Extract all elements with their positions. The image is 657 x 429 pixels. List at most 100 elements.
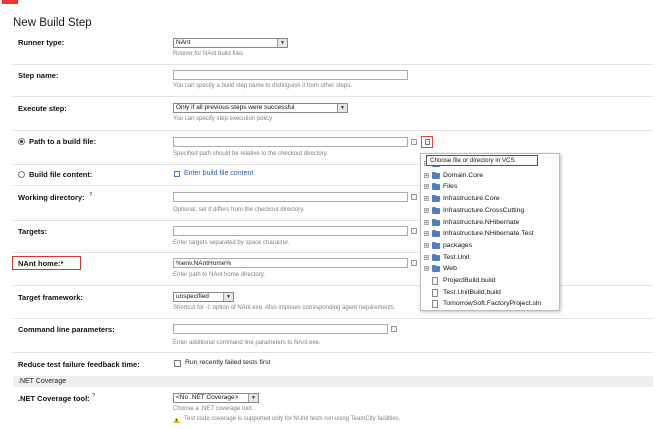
- targets-input[interactable]: [173, 226, 408, 236]
- chevron-down-icon: ▼: [277, 39, 287, 47]
- execute-step-value: Only if all previous steps were successf…: [176, 104, 295, 111]
- help-icon[interactable]: ?: [92, 393, 95, 399]
- divider: [13, 185, 419, 186]
- tree-item-label: Files: [443, 183, 458, 191]
- folder-icon: [432, 206, 440, 214]
- build-file-path-radio[interactable]: [18, 138, 25, 145]
- expand-icon[interactable]: +: [424, 254, 429, 260]
- build-file-path-note: Specified path should be relative to the…: [173, 151, 328, 157]
- expand-icon[interactable]: +: [424, 196, 429, 202]
- runner-type-label: Runner type:: [18, 38, 65, 47]
- divider: [13, 352, 653, 353]
- target-framework-note: Shortcut for -t: option of NAnt.exe. Als…: [173, 305, 396, 311]
- target-framework-select[interactable]: unspecified ▼: [173, 292, 234, 302]
- folder-icon: [432, 195, 440, 203]
- folder-icon: [432, 265, 440, 273]
- expand-icon[interactable]: +: [424, 266, 429, 272]
- folder-icon: [432, 171, 440, 179]
- divider: [13, 130, 653, 131]
- vcs-tooltip: Choose file or directory in VCS: [426, 155, 538, 166]
- tree-item-label: Domain.Core: [443, 171, 484, 179]
- expand-icon[interactable]: +: [424, 219, 429, 225]
- expand-icon[interactable]: +: [424, 172, 429, 178]
- tree-item-label: Infrastructure.CrossCutting: [443, 206, 525, 214]
- targets-note: Enter targets separated by space charact…: [173, 240, 290, 246]
- build-file-content-radio[interactable]: [18, 171, 25, 178]
- tree-item-label: Web: [443, 265, 457, 273]
- tree-item-label: Test.UnitBuild.build: [443, 288, 501, 296]
- nant-home-note: Enter path to NAnt home directory.: [173, 272, 265, 278]
- file-icon: [432, 277, 438, 285]
- build-file-content-label: Build file content:: [29, 170, 93, 179]
- chevron-down-icon: ▼: [223, 293, 233, 301]
- tree-item-label: Infrastructure.NHibernate.Test: [443, 230, 534, 238]
- picker-icon[interactable]: [391, 326, 397, 332]
- expand-icon[interactable]: +: [424, 242, 429, 248]
- vcs-tree-button[interactable]: [421, 136, 433, 148]
- divider: [13, 64, 653, 65]
- expand-icon[interactable]: +: [424, 231, 429, 237]
- picker-icon[interactable]: [411, 260, 417, 266]
- runner-type-note: Runner for NAnt build files: [173, 51, 244, 57]
- target-framework-value: unspecified: [176, 293, 209, 300]
- runner-type-value: NAnt: [176, 39, 191, 46]
- command-line-label: Command line parameters:: [18, 325, 115, 334]
- help-icon[interactable]: ?: [89, 192, 92, 198]
- coverage-warning: Test code coverage is supported only for…: [184, 416, 401, 422]
- chevron-down-icon: ▼: [248, 394, 258, 402]
- tree-item-label: Infrastructure.Core: [443, 195, 500, 203]
- coverage-tool-select[interactable]: <No .NET Coverage> ▼: [173, 393, 259, 403]
- coverage-section-header: .NET Coverage: [13, 376, 653, 387]
- run-failed-first-checkbox[interactable]: [174, 360, 181, 367]
- vcs-file-tree: +Domain+Domain.Core+Files+Infrastructure…: [420, 153, 560, 311]
- folder-icon: [432, 230, 440, 238]
- divider: [13, 164, 419, 165]
- command-line-note: Enter additional command line parameters…: [173, 340, 321, 346]
- command-line-input[interactable]: [173, 324, 388, 334]
- enter-build-content-link[interactable]: Enter build file content: [184, 170, 253, 177]
- tree-item-label: TomorrowSoft.FactoryProject.sln: [443, 300, 542, 308]
- execute-step-select[interactable]: Only if all previous steps were successf…: [173, 103, 348, 113]
- divider: [13, 318, 653, 319]
- folder-icon: [432, 183, 440, 191]
- folder-icon: [432, 218, 440, 226]
- runner-type-select[interactable]: NAnt ▼: [173, 38, 288, 48]
- top-marker: [2, 0, 18, 4]
- page-title: New Build Step: [13, 17, 92, 29]
- nant-home-input[interactable]: %env.NAntHome%: [173, 258, 408, 268]
- edit-icon: [174, 171, 180, 177]
- execute-step-label: Execute step:: [18, 104, 67, 113]
- picker-icon[interactable]: [411, 194, 417, 200]
- target-framework-label: Target framework:: [18, 293, 83, 302]
- folder-icon: [432, 253, 440, 261]
- coverage-tool-note: Choose a .NET coverage tool.: [173, 406, 254, 412]
- build-file-path-input[interactable]: [173, 137, 408, 147]
- file-tree-icon: [425, 139, 430, 145]
- file-icon: [432, 300, 438, 309]
- step-name-label: Step name:: [18, 71, 59, 80]
- chevron-down-icon: ▼: [337, 104, 347, 112]
- expand-icon[interactable]: +: [424, 184, 429, 190]
- picker-icon[interactable]: [411, 228, 417, 234]
- step-name-input[interactable]: [173, 70, 408, 80]
- picker-icon[interactable]: [411, 139, 417, 145]
- execute-step-note: You can specify step execution policy: [173, 116, 273, 122]
- tree-item-label: packages: [443, 241, 473, 249]
- working-directory-note: Optional, set if differs from the checko…: [173, 207, 305, 213]
- targets-label: Targets:: [18, 227, 48, 236]
- build-file-path-label: Path to a build file:: [29, 137, 97, 146]
- working-directory-label: Working directory:: [18, 193, 85, 202]
- coverage-tool-value: <No .NET Coverage>: [176, 394, 239, 401]
- divider: [13, 252, 419, 253]
- folder-icon: [432, 241, 440, 249]
- coverage-tool-label: .NET Coverage tool:: [18, 394, 90, 403]
- expand-icon[interactable]: +: [424, 207, 429, 213]
- tree-item-label: Test.Unit: [443, 253, 470, 261]
- reduce-feedback-label: Reduce test failure feedback time:: [18, 360, 140, 369]
- run-failed-first-label: Run recently failed tests first: [185, 359, 271, 366]
- tree-item-label: ProjectBuild.build: [443, 277, 496, 284]
- file-icon: [432, 288, 438, 297]
- warning-icon: [173, 417, 180, 423]
- working-directory-input[interactable]: [173, 192, 408, 202]
- divider: [13, 96, 653, 97]
